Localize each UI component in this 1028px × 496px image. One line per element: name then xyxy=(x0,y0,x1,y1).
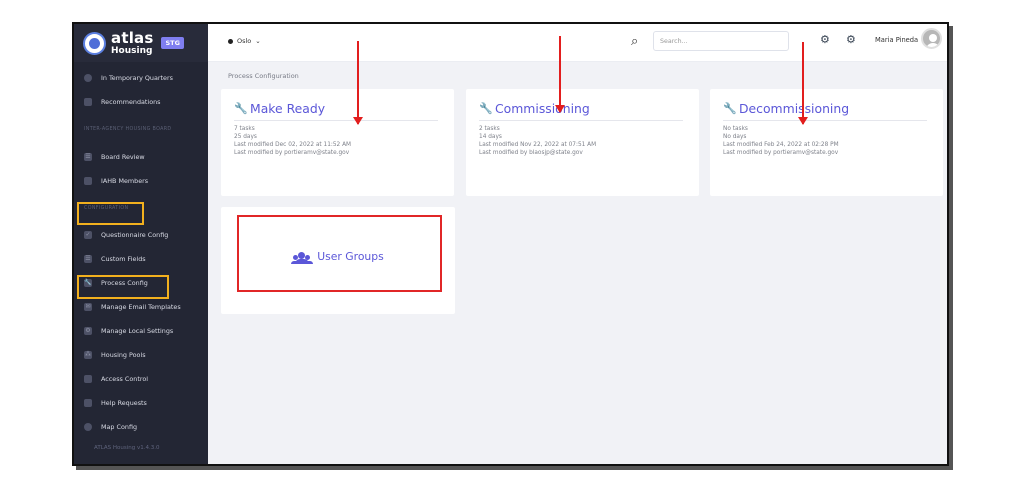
list-icon: ☰ xyxy=(84,255,92,263)
wrench-icon: 🔧 xyxy=(234,101,248,115)
sidebar-item-in-temporary-quarters[interactable]: In Temporary Quarters xyxy=(74,66,208,90)
checkbox-icon: ✓ xyxy=(84,231,92,239)
duration: No days xyxy=(723,134,747,141)
task-count: 7 tasks xyxy=(234,126,255,132)
sidebar-item-map-config[interactable]: Map Config xyxy=(74,415,208,439)
process-config-highlight-box xyxy=(77,275,169,299)
document-icon xyxy=(84,98,92,106)
annotation-arrow-make-ready xyxy=(353,41,363,125)
user-question-icon xyxy=(84,399,92,407)
sidebar-item-label: Questionnaire Config xyxy=(101,231,169,239)
configuration-highlight-box xyxy=(77,202,144,225)
process-card-details: 2 tasks 14 days Last modified Nov 22, 20… xyxy=(479,125,596,157)
card-divider xyxy=(234,120,438,121)
sidebar-item-help-requests[interactable]: Help Requests xyxy=(74,391,208,415)
process-card-details: 7 tasks 25 days Last modified Dec 02, 20… xyxy=(234,125,351,157)
page-title: Process Configuration xyxy=(228,72,299,80)
sidebar-item-housing-pools[interactable]: ⁂ Housing Pools xyxy=(74,343,208,367)
users-icon xyxy=(84,177,92,185)
sidebar-item-recommendations[interactable]: Recommendations xyxy=(74,90,208,114)
wrench-icon: 🔧 xyxy=(723,101,737,115)
brand-name-group: atlas Housing xyxy=(111,28,154,56)
gear-icon: ⚙ xyxy=(84,327,92,335)
brand-name: atlas xyxy=(111,28,154,47)
atlas-logo-icon xyxy=(83,31,106,55)
sidebar: atlas Housing STG In Temporary Quarters … xyxy=(74,24,208,464)
sidebar-item-access-control[interactable]: Access Control xyxy=(74,367,208,391)
modified-date: Last modified Dec 02, 2022 at 11:52 AM xyxy=(234,142,352,149)
user-name[interactable]: Maria Pineda xyxy=(875,36,918,44)
process-card-title[interactable]: 🔧 Decommissioning xyxy=(723,101,849,116)
version-label: ATLAS Housing v1.4.3.0 xyxy=(94,445,160,451)
task-count: 2 tasks xyxy=(479,126,500,132)
process-card-decommissioning[interactable]: 🔧 Decommissioning No tasks No days Last … xyxy=(710,89,943,196)
modified-date: Last modified Feb 24, 2022 at 02:28 PM xyxy=(723,142,839,149)
card-divider xyxy=(723,120,927,121)
modified-by: Last modified by blaosjp@state.gov xyxy=(479,150,583,157)
sidebar-item-label: Board Review xyxy=(101,153,145,161)
search-icon[interactable]: ⌕ xyxy=(631,34,638,49)
process-card-title-text: Make Ready xyxy=(250,101,326,116)
process-card-commissioning[interactable]: 🔧 Commissioning 2 tasks 14 days Last mod… xyxy=(466,89,699,196)
sidebar-item-label: Manage Email Templates xyxy=(101,303,181,311)
sidebar-item-label: Access Control xyxy=(101,375,149,383)
sidebar-item-label: Recommendations xyxy=(101,98,161,106)
map-pin-icon xyxy=(84,423,92,431)
user-lock-icon xyxy=(84,375,92,383)
modified-by: Last modified by portieramv@state.gov xyxy=(234,150,350,157)
sidebar-item-label: Help Requests xyxy=(101,399,147,407)
sidebar-item-custom-fields[interactable]: ☰ Custom Fields xyxy=(74,247,208,271)
brand-logo[interactable]: atlas Housing STG xyxy=(74,24,208,62)
sidebar-item-questionnaire-config[interactable]: ✓ Questionnaire Config xyxy=(74,223,208,247)
sidebar-item-label: In Temporary Quarters xyxy=(101,74,173,82)
sidebar-item-label: Map Config xyxy=(101,423,138,431)
location-icon xyxy=(84,74,92,82)
sidebar-navigation: In Temporary Quarters Recommendations IN… xyxy=(74,66,208,439)
sidebar-item-label: Custom Fields xyxy=(101,255,146,263)
annotation-arrow-decommissioning xyxy=(798,42,808,125)
modified-date: Last modified Nov 22, 2022 at 07:51 AM xyxy=(479,142,597,149)
process-card-title-text: Commissioning xyxy=(495,101,590,116)
site-name: Oslo xyxy=(237,37,252,45)
process-card-make-ready[interactable]: 🔧 Make Ready 7 tasks 25 days Last modifi… xyxy=(221,89,454,196)
sidebar-item-board-review[interactable]: ☰ Board Review xyxy=(74,145,208,169)
sidebar-item-manage-local-settings[interactable]: ⚙ Manage Local Settings xyxy=(74,319,208,343)
modified-by: Last modified by portieramv@state.gov xyxy=(723,150,839,157)
task-count: No tasks xyxy=(723,126,748,132)
process-card-details: No tasks No days Last modified Feb 24, 2… xyxy=(723,125,839,157)
card-divider xyxy=(479,120,683,121)
process-card-title[interactable]: 🔧 Make Ready xyxy=(234,101,325,116)
annotation-arrow-commissioning xyxy=(555,36,565,113)
chevron-down-icon: ⌄ xyxy=(255,37,261,45)
network-icon: ⁂ xyxy=(84,351,92,359)
admin-settings-icon[interactable]: ⚙ xyxy=(820,33,830,46)
process-card-title-text: Decommissioning xyxy=(739,101,850,116)
application-window: atlas Housing STG In Temporary Quarters … xyxy=(72,22,949,466)
site-selector[interactable]: Oslo ⌄ xyxy=(228,37,261,45)
settings-gear-icon[interactable]: ⚙ xyxy=(846,33,856,46)
duration: 25 days xyxy=(234,134,257,141)
user-avatar[interactable] xyxy=(921,28,942,49)
site-status-icon xyxy=(228,38,233,44)
process-card-title[interactable]: 🔧 Commissioning xyxy=(479,101,590,116)
email-icon: ✉ xyxy=(84,303,92,311)
section-label-interagency: INTER-AGENCY HOUSING BOARD xyxy=(84,127,172,132)
wrench-icon: 🔧 xyxy=(479,101,493,115)
user-groups-highlight-box xyxy=(237,215,442,292)
sidebar-item-label: IAHB Members xyxy=(101,177,149,185)
top-bar: Oslo ⌄ ⌕ ⚙ ⚙ Maria Pineda xyxy=(208,24,947,62)
sidebar-item-label: Manage Local Settings xyxy=(101,327,174,335)
duration: 14 days xyxy=(479,134,502,141)
sidebar-item-iahb-members[interactable]: IAHB Members xyxy=(74,169,208,193)
environment-badge: STG xyxy=(161,37,184,49)
sidebar-item-label: Housing Pools xyxy=(101,351,146,359)
brand-subtitle: Housing xyxy=(111,45,153,56)
search-input[interactable] xyxy=(653,31,789,51)
list-icon: ☰ xyxy=(84,153,92,161)
